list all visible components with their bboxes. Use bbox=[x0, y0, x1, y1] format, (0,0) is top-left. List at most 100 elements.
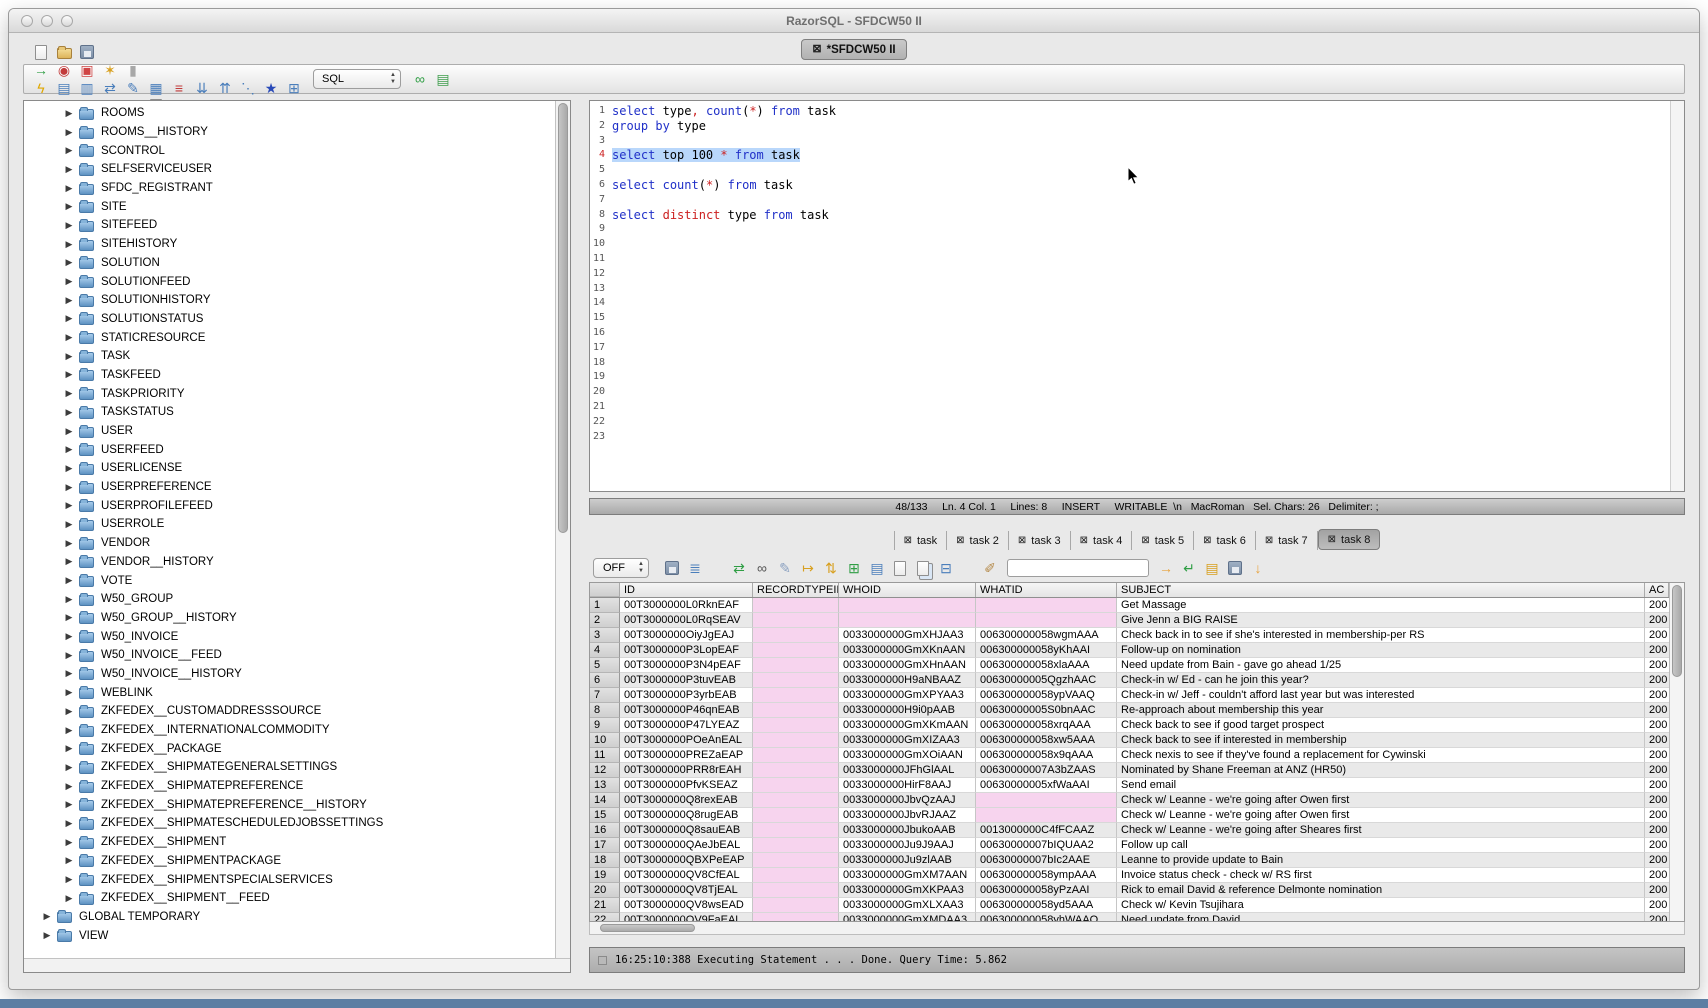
cell-whatid[interactable]: 006300000058yKhAAI bbox=[976, 643, 1117, 658]
cell-ac[interactable]: 200 bbox=[1645, 733, 1669, 748]
close-tab-icon[interactable]: ⊠ bbox=[956, 536, 964, 546]
cell-whatid[interactable]: 006300000058xrqAAA bbox=[976, 718, 1117, 733]
cell-id[interactable]: 00T3000000Q8rexEAB bbox=[620, 793, 753, 808]
expand-triangle-icon[interactable]: ▶ bbox=[64, 295, 74, 306]
row-number-cell[interactable]: 12 bbox=[590, 763, 620, 778]
cell-ac[interactable]: 200 bbox=[1645, 913, 1669, 921]
list-up-icon[interactable]: ⇈ bbox=[216, 79, 234, 97]
cell-ac[interactable]: 200 bbox=[1645, 718, 1669, 733]
row-number-cell[interactable]: 9 bbox=[590, 718, 620, 733]
tree-item-vendor-history[interactable]: ▶VENDOR__HISTORY bbox=[24, 553, 555, 572]
cell-whoid[interactable]: 0033000000Ju9J9AAJ bbox=[839, 838, 976, 853]
cell-whoid[interactable]: 0033000000GmXKnAAN bbox=[839, 643, 976, 658]
row-number-cell[interactable]: 7 bbox=[590, 688, 620, 703]
tree-item-vote[interactable]: ▶VOTE bbox=[24, 571, 555, 590]
tree-item-zkfedex-shipmentpackage[interactable]: ▶ZKFEDEX__SHIPMENTPACKAGE bbox=[24, 852, 555, 871]
expand-triangle-icon[interactable]: ▶ bbox=[64, 743, 74, 754]
list-icon[interactable]: ≡ bbox=[170, 79, 188, 97]
expand-triangle-icon[interactable]: ▶ bbox=[64, 706, 74, 717]
row-number-cell[interactable]: 6 bbox=[590, 673, 620, 688]
cell-ac[interactable]: 200 bbox=[1645, 703, 1669, 718]
tree-item-zkfedex-customaddresssource[interactable]: ▶ZKFEDEX__CUSTOMADDRESSSOURCE bbox=[24, 702, 555, 721]
tree-item-zkfedex-shipmatepreference[interactable]: ▶ZKFEDEX__SHIPMATEPREFERENCE bbox=[24, 777, 555, 796]
cell-whatid[interactable] bbox=[976, 613, 1117, 628]
expand-triangle-icon[interactable]: ▶ bbox=[64, 257, 74, 268]
cell-whatid[interactable] bbox=[976, 793, 1117, 808]
cell-id[interactable]: 00T3000000PRR8rEAH bbox=[620, 763, 753, 778]
result-tab-task-8[interactable]: ⊠task 8 bbox=[1318, 529, 1381, 550]
cell-whoid[interactable]: 0033000000JbukoAAB bbox=[839, 823, 976, 838]
cell-recordtypeid[interactable] bbox=[753, 778, 839, 793]
result-tab-task[interactable]: ⊠task bbox=[894, 531, 948, 550]
row-number-cell[interactable]: 11 bbox=[590, 748, 620, 763]
cell-id[interactable]: 00T3000000P46qnEAB bbox=[620, 703, 753, 718]
table-row[interactable]: 600T3000000P3tuvEAB0033000000H9aNBAAZ006… bbox=[590, 673, 1669, 688]
cell-subject[interactable]: Check-in w/ Ed - can he join this year? bbox=[1117, 673, 1645, 688]
expand-triangle-icon[interactable]: ▶ bbox=[64, 519, 74, 530]
tree-item-solutionhistory[interactable]: ▶SOLUTIONHISTORY bbox=[24, 291, 555, 310]
cell-whatid[interactable]: 006300000058xw5AAA bbox=[976, 733, 1117, 748]
tree-item-taskpriority[interactable]: ▶TASKPRIORITY bbox=[24, 384, 555, 403]
expand-triangle-icon[interactable]: ▶ bbox=[64, 444, 74, 455]
close-tab-icon[interactable]: ⊠ bbox=[1328, 535, 1336, 545]
cell-id[interactable]: 00T3000000P3yrbEAB bbox=[620, 688, 753, 703]
row-number-cell[interactable]: 18 bbox=[590, 853, 620, 868]
cell-whatid[interactable]: 00630000007bIQUAA2 bbox=[976, 838, 1117, 853]
view-glasses-icon[interactable]: ∞ bbox=[753, 559, 771, 577]
expand-triangle-icon[interactable]: ▶ bbox=[64, 874, 74, 885]
row-number-cell[interactable]: 17 bbox=[590, 838, 620, 853]
result-tab-task-5[interactable]: ⊠task 5 bbox=[1132, 531, 1194, 550]
new-file-icon[interactable] bbox=[32, 43, 50, 61]
results-search-input[interactable] bbox=[1007, 559, 1149, 577]
expand-triangle-icon[interactable]: ▶ bbox=[64, 725, 74, 736]
table-scrollbar-thumb[interactable] bbox=[1672, 585, 1682, 677]
table-row[interactable]: 1700T3000000QAeJbEAL 0033000000Ju9J9AAJ00… bbox=[590, 838, 1669, 853]
expand-triangle-icon[interactable]: ▶ bbox=[64, 594, 74, 605]
cell-whatid[interactable]: 006300000058yhWAAQ bbox=[976, 913, 1117, 921]
expand-triangle-icon[interactable]: ▶ bbox=[64, 650, 74, 661]
expand-triangle-icon[interactable]: ▶ bbox=[64, 369, 74, 380]
result-tab-task-4[interactable]: ⊠task 4 bbox=[1071, 531, 1133, 550]
expand-triangle-icon[interactable]: ▶ bbox=[64, 612, 74, 623]
cell-whatid[interactable]: 0013000000C4fFCAAZ bbox=[976, 823, 1117, 838]
cell-recordtypeid[interactable] bbox=[753, 658, 839, 673]
tree-item-userprofilefeed[interactable]: ▶USERPROFILEFEED bbox=[24, 496, 555, 515]
tree-item-vendor[interactable]: ▶VENDOR bbox=[24, 534, 555, 553]
cell-whoid[interactable]: 0033000000HirF8AAJ bbox=[839, 778, 976, 793]
tree-item-solutionfeed[interactable]: ▶SOLUTIONFEED bbox=[24, 272, 555, 291]
notes-icon[interactable]: ▤ bbox=[1203, 559, 1221, 577]
cell-subject[interactable]: Check back to see if good target prospec… bbox=[1117, 718, 1645, 733]
cell-whatid[interactable] bbox=[976, 598, 1117, 613]
tree-item-zkfedex-shipmatescheduledjobssettings[interactable]: ▶ZKFEDEX__SHIPMATESCHEDULEDJOBSSETTINGS bbox=[24, 814, 555, 833]
result-tab-task-2[interactable]: ⊠task 2 bbox=[947, 531, 1009, 550]
cell-id[interactable]: 00T3000000POeAnEAL bbox=[620, 733, 753, 748]
table-row[interactable]: 1300T3000000PfvKSEAZ0033000000HirF8AAJ00… bbox=[590, 778, 1669, 793]
cell-ac[interactable]: 200 bbox=[1645, 808, 1669, 823]
table-row[interactable]: 300T3000000OiyJgEAJ0033000000GmXHJAA3006… bbox=[590, 628, 1669, 643]
sql-code-area[interactable]: select type, count(*) from taskgroup by … bbox=[608, 101, 1684, 491]
tree-item-zkfedex-shipmategeneralsettings[interactable]: ▶ZKFEDEX__SHIPMATEGENERALSETTINGS bbox=[24, 758, 555, 777]
tree-item-sitefeed[interactable]: ▶SITEFEED bbox=[24, 216, 555, 235]
cell-subject[interactable]: Give Jenn a BIG RAISE bbox=[1117, 613, 1645, 628]
cell-subject[interactable]: Need update from Bain - gave go ahead 1/… bbox=[1117, 658, 1645, 673]
expand-triangle-icon[interactable]: ▶ bbox=[64, 183, 74, 194]
expand-triangle-icon[interactable]: ▶ bbox=[64, 631, 74, 642]
save-grid-icon[interactable] bbox=[1226, 559, 1244, 577]
row-number-cell[interactable]: 10 bbox=[590, 733, 620, 748]
open-file-icon[interactable] bbox=[55, 43, 73, 61]
tree-item-scontrol[interactable]: ▶SCONTROL bbox=[24, 141, 555, 160]
expand-triangle-icon[interactable]: ▶ bbox=[64, 855, 74, 866]
cell-ac[interactable]: 200 bbox=[1645, 673, 1669, 688]
expand-triangle-icon[interactable]: ▶ bbox=[64, 276, 74, 287]
cell-id[interactable]: 00T3000000QV9FaEAL bbox=[620, 913, 753, 921]
disconnect-icon[interactable]: ◉ bbox=[55, 61, 73, 79]
row-number-cell[interactable]: 20 bbox=[590, 883, 620, 898]
cell-id[interactable]: 00T3000000QAeJbEAL bbox=[620, 838, 753, 853]
cell-subject[interactable]: Need update from David bbox=[1117, 913, 1645, 921]
cell-whoid[interactable] bbox=[839, 598, 976, 613]
export-down-icon[interactable]: ↓ bbox=[1249, 559, 1267, 577]
connect-icon[interactable]: → bbox=[32, 61, 50, 79]
import-icon[interactable]: ↵ bbox=[1180, 559, 1198, 577]
cell-whoid[interactable]: 0033000000GmXMDAA3 bbox=[839, 913, 976, 921]
list-down-icon[interactable]: ⇊ bbox=[193, 79, 211, 97]
